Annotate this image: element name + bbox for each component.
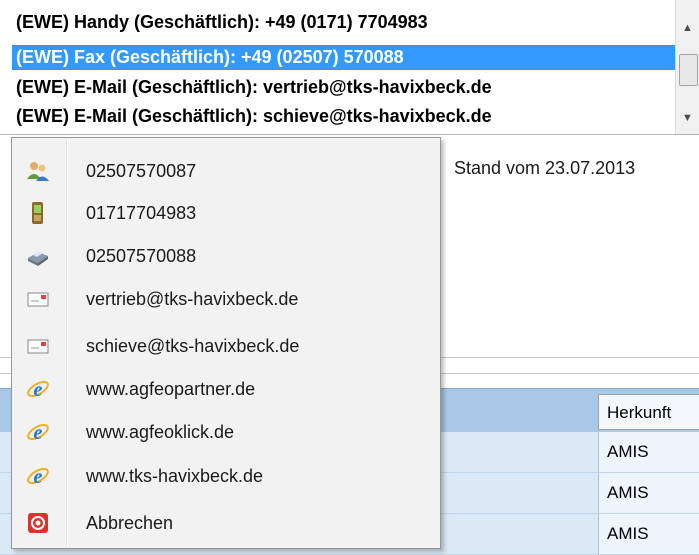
- menu-item-label: 01717704983: [86, 203, 197, 223]
- menu-item-label: www.tks-havixbeck.de: [86, 466, 264, 486]
- email-icon: [26, 334, 50, 358]
- fax-icon: [26, 244, 50, 268]
- menu-item-call-phone[interactable]: 02507570087: [14, 150, 436, 192]
- menu-item-label: 02507570088: [86, 246, 197, 266]
- menu-item-label: www.agfeopartner.de: [86, 379, 256, 399]
- scroll-down-icon[interactable]: ▼: [682, 112, 693, 124]
- internet-explorer-icon: e: [26, 464, 50, 488]
- menu-item-label: vertrieb@tks-havixbeck.de: [86, 289, 299, 309]
- menu-item-label: 02507570087: [86, 161, 197, 181]
- internet-explorer-icon: e: [26, 420, 50, 444]
- svg-text:e: e: [34, 379, 43, 401]
- column-header-herkunft[interactable]: Herkunft: [598, 394, 699, 430]
- menu-item-email-vertrieb[interactable]: vertrieb@tks-havixbeck.de: [14, 278, 436, 320]
- menu-item-web-agfeoklick[interactable]: e www.agfeoklick.de: [14, 411, 436, 453]
- svg-text:e: e: [34, 466, 43, 488]
- table-cell-herkunft: AMIS: [598, 432, 699, 472]
- menu-item-email-schieve[interactable]: schieve@tks-havixbeck.de: [14, 325, 436, 367]
- menu-item-call-mobile[interactable]: 01717704983: [14, 192, 436, 234]
- contacts-icon: [26, 159, 50, 183]
- scroll-up-icon[interactable]: ▲: [682, 22, 693, 34]
- scrollbar-thumb[interactable]: [679, 54, 698, 86]
- email-icon: [26, 287, 50, 311]
- listbox-scrollbar[interactable]: ▲ ▼: [675, 0, 699, 134]
- table-cell-herkunft: AMIS: [598, 514, 699, 554]
- mobile-phone-icon: [26, 201, 50, 225]
- menu-item-label: Abbrechen: [86, 513, 174, 533]
- context-menu: 02507570087 01717704983 02507570088 vert…: [11, 137, 441, 549]
- table-cell-herkunft: AMIS: [598, 473, 699, 513]
- menu-item-web-agfeopartner[interactable]: e www.agfeopartner.de: [14, 368, 436, 410]
- menu-item-web-tks-havixbeck[interactable]: e www.tks-havixbeck.de: [14, 455, 436, 497]
- menu-item-label: schieve@tks-havixbeck.de: [86, 336, 300, 356]
- menu-item-cancel[interactable]: Abbrechen: [14, 502, 436, 544]
- status-date-text: Stand vom 23.07.2013: [454, 158, 636, 178]
- cancel-icon: [26, 511, 50, 535]
- svg-text:e: e: [34, 422, 43, 444]
- listbox-item[interactable]: (EWE) E-Mail (Geschäftlich): schieve@tks…: [12, 104, 678, 129]
- contact-listbox[interactable]: (EWE) Handy (Geschäftlich): +49 (0171) 7…: [0, 0, 699, 135]
- listbox-item[interactable]: (EWE) E-Mail (Geschäftlich): vertrieb@tk…: [12, 75, 678, 100]
- listbox-item-selected[interactable]: (EWE) Fax (Geschäftlich): +49 (02507) 57…: [12, 45, 678, 70]
- internet-explorer-icon: e: [26, 377, 50, 401]
- menu-item-label: www.agfeoklick.de: [86, 422, 235, 442]
- listbox-item[interactable]: (EWE) Handy (Geschäftlich): +49 (0171) 7…: [12, 10, 678, 35]
- menu-item-fax[interactable]: 02507570088: [14, 235, 436, 277]
